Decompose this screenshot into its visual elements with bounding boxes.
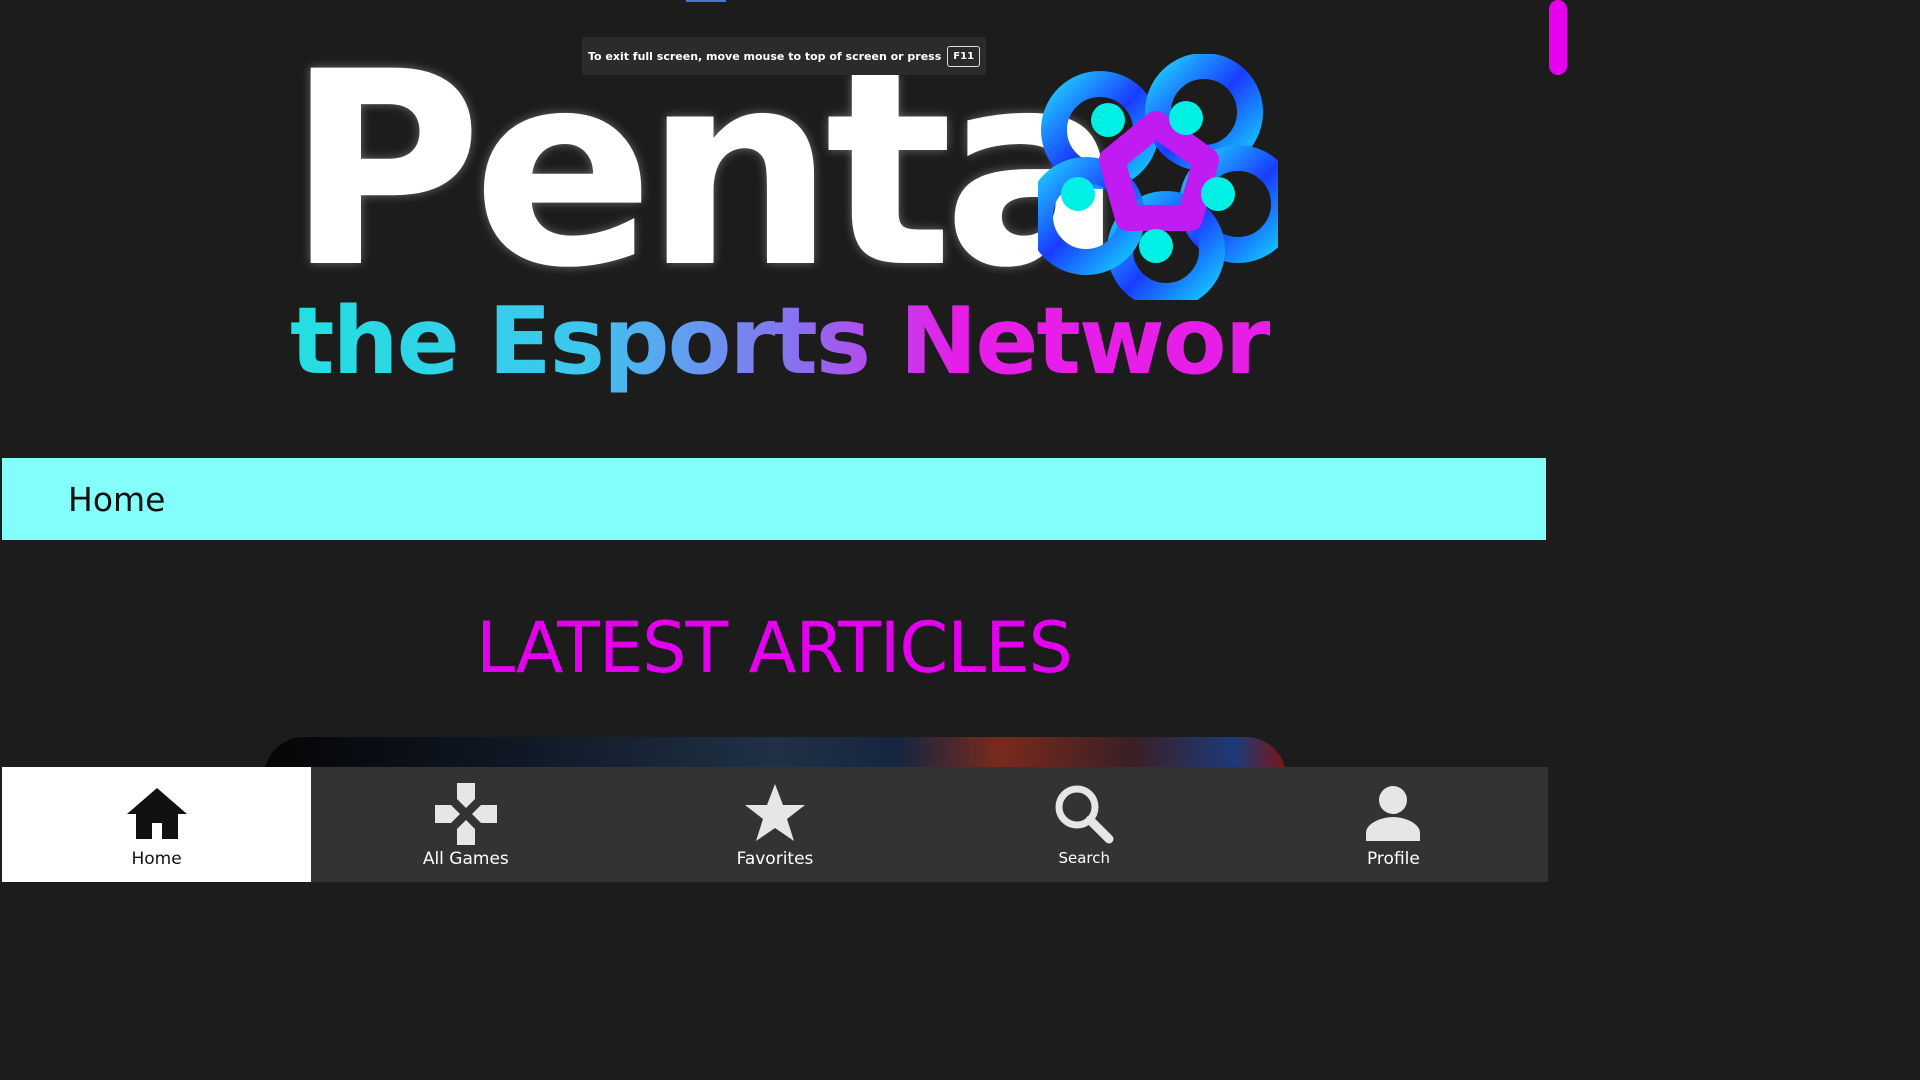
fullscreen-exit-notice: To exit full screen, move mouse to top o… — [582, 37, 986, 75]
fullscreen-notice-text: To exit full screen, move mouse to top o… — [587, 49, 942, 63]
nav-item-search[interactable]: Search — [930, 767, 1239, 882]
breadcrumb: Home — [2, 458, 1546, 540]
logo-wordmark: Penta — [286, 15, 1124, 327]
nav-item-favorites[interactable]: Favorites — [620, 767, 929, 882]
person-icon — [1366, 786, 1421, 841]
nav-item-label: Home — [131, 849, 182, 869]
scrollbar-track[interactable] — [1548, 0, 1568, 882]
nav-item-profile[interactable]: Profile — [1239, 767, 1548, 882]
scrollbar-thumb[interactable] — [1549, 0, 1567, 75]
nav-item-label: Search — [1058, 849, 1110, 867]
f11-key-badge: F11 — [947, 45, 981, 67]
browser-top-indicator — [686, 0, 726, 2]
logo-flower-icon — [1038, 54, 1278, 300]
gamepad-icon — [434, 783, 497, 845]
app-page: Penta the Esports Network To exit full s… — [0, 0, 1548, 882]
nav-item-label: Profile — [1366, 849, 1420, 869]
star-icon — [745, 784, 805, 841]
breadcrumb-current-page: Home — [68, 479, 166, 519]
nav-item-all-games[interactable]: All Games — [311, 767, 620, 882]
home-icon — [126, 788, 187, 839]
nav-item-home[interactable]: Home — [2, 767, 312, 882]
bottom-navigation: Home All Games Favorites Search Profile — [2, 767, 1548, 882]
nav-item-label: Favorites — [736, 849, 814, 869]
site-logo[interactable]: Penta the Esports Network — [286, 15, 1330, 410]
nav-item-label: All Games — [422, 849, 509, 869]
search-icon — [1055, 785, 1114, 844]
latest-articles-heading: LATEST ARTICLES — [476, 607, 1073, 689]
logo-tagline: the Esports Network — [290, 287, 1330, 395]
